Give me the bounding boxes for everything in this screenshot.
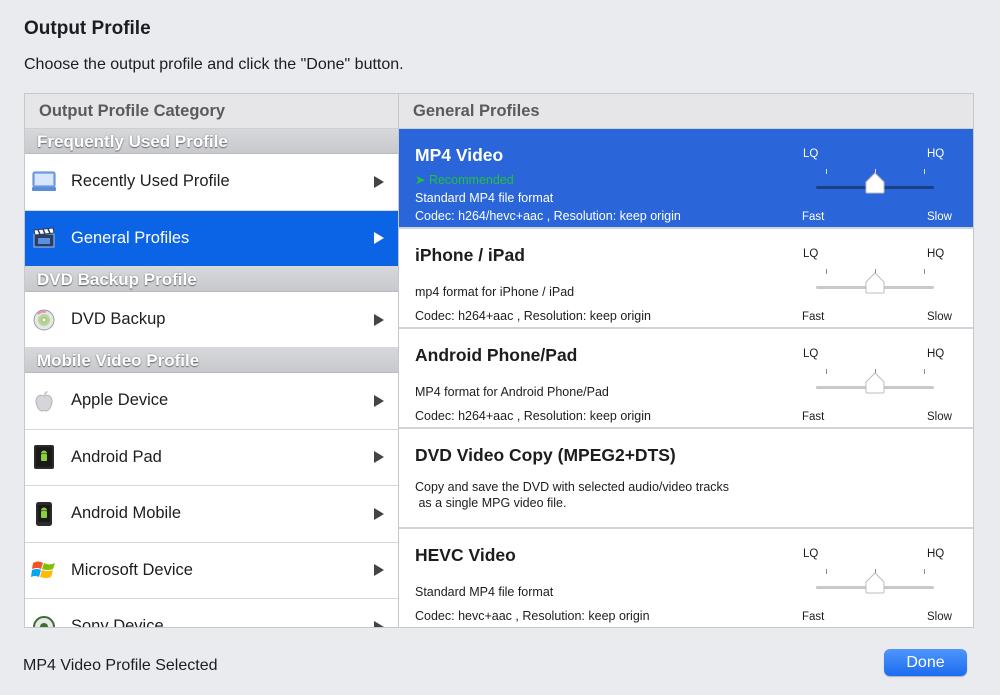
slider-tick: [826, 569, 827, 574]
chevron-right-icon: [374, 175, 384, 188]
instruction-text: Choose the output profile and click the …: [24, 56, 404, 73]
category-item-android-mobile[interactable]: Android Mobile: [25, 486, 398, 543]
slider-tick: [826, 269, 827, 274]
quality-slider-knob[interactable]: [864, 172, 886, 194]
quality-low-label: LQ: [803, 548, 819, 560]
group-header-dvd-backup: DVD Backup Profile: [25, 267, 398, 292]
category-panel: Output Profile Category Frequently Used …: [24, 93, 399, 628]
slider-tick: [826, 169, 827, 174]
quality-slider-knob[interactable]: [864, 572, 886, 594]
quality-high-label: HQ: [927, 148, 945, 160]
profiles-panel: General Profiles MP4 Video ➤ Recommended…: [398, 93, 974, 628]
window-title: Output Profile: [24, 18, 151, 39]
quality-slider-knob[interactable]: [864, 372, 886, 394]
profile-codec: Codec: hevc+aac , Resolution: keep origi…: [415, 609, 650, 623]
quality-low-label: LQ: [803, 248, 819, 260]
profile-item-dvd-video-copy[interactable]: DVD Video Copy (MPEG2+DTS) Copy and save…: [399, 429, 973, 529]
chevron-right-icon: [374, 232, 384, 245]
profile-item-iphone-ipad[interactable]: iPhone / iPad mp4 format for iPhone / iP…: [399, 229, 973, 329]
category-item-general-profiles[interactable]: General Profiles: [25, 210, 398, 267]
chevron-right-icon: [374, 564, 384, 577]
chevron-right-icon: [374, 507, 384, 520]
quality-low-label: LQ: [803, 348, 819, 360]
windows-logo-icon: [31, 557, 57, 583]
android-mobile-icon: [31, 501, 57, 527]
profile-name: DVD Video Copy (MPEG2+DTS): [415, 445, 676, 465]
dvd-disc-icon: [31, 307, 57, 333]
quality-high-label: HQ: [927, 248, 945, 260]
category-item-apple-device[interactable]: Apple Device: [25, 373, 398, 430]
profile-item-hevc-video[interactable]: HEVC Video Standard MP4 file format Code…: [399, 529, 973, 627]
profile-codec: Codec: h264+aac , Resolution: keep origi…: [415, 409, 651, 423]
speed-fast-label: Fast: [802, 411, 825, 423]
speed-slow-label: Slow: [927, 611, 952, 623]
profile-name: MP4 Video: [415, 145, 504, 165]
quality-high-label: HQ: [927, 348, 945, 360]
chevron-right-icon: [374, 313, 384, 326]
speed-slow-label: Slow: [927, 311, 952, 323]
sony-device-icon: [31, 614, 57, 627]
speed-slow-label: Slow: [927, 211, 952, 223]
profile-codec: Codec: h264+aac , Resolution: keep origi…: [415, 309, 651, 323]
recommended-label: ➤ Recommended: [415, 173, 514, 187]
category-item-recently-used[interactable]: Recently Used Profile: [25, 154, 398, 211]
quality-high-label: HQ: [927, 548, 945, 560]
category-label: DVD Backup: [71, 310, 166, 328]
speed-fast-label: Fast: [802, 311, 825, 323]
category-label: General Profiles: [71, 228, 190, 247]
apple-logo-icon: [31, 388, 57, 414]
category-label: Android Mobile: [71, 504, 182, 523]
speed-slow-label: Slow: [927, 411, 952, 423]
profile-item-mp4-video[interactable]: MP4 Video ➤ Recommended Standard MP4 fil…: [399, 129, 973, 229]
profile-item-android-phone-pad[interactable]: Android Phone/Pad MP4 format for Android…: [399, 329, 973, 429]
film-clapper-icon: [31, 225, 57, 251]
category-label: Apple Device: [71, 391, 169, 410]
category-label: Microsoft Device: [71, 560, 193, 579]
done-button[interactable]: Done: [884, 649, 967, 676]
slider-tick: [924, 369, 925, 374]
category-label: Recently Used Profile: [71, 172, 230, 191]
profile-name: Android Phone/Pad: [415, 345, 578, 365]
category-label: Android Pad: [71, 447, 162, 466]
quality-slider-knob[interactable]: [864, 272, 886, 294]
android-pad-icon: [31, 444, 57, 470]
slider-tick: [826, 369, 827, 374]
profile-name: iPhone / iPad: [415, 245, 525, 265]
category-item-dvd-backup[interactable]: DVD Backup: [25, 292, 398, 348]
slider-tick: [924, 569, 925, 574]
group-header-frequently-used: Frequently Used Profile: [25, 129, 398, 154]
profile-description: MP4 format for Android Phone/Pad: [415, 385, 609, 399]
quality-low-label: LQ: [803, 148, 819, 160]
speed-fast-label: Fast: [802, 211, 825, 223]
category-item-android-pad[interactable]: Android Pad: [25, 429, 398, 486]
profile-description: mp4 format for iPhone / iPad: [415, 285, 575, 299]
profile-description-line-2: as a single MPG video file.: [415, 496, 567, 510]
profile-description: Standard MP4 file format: [415, 585, 554, 599]
chevron-right-icon: [374, 394, 384, 407]
profile-codec: Codec: h264/hevc+aac , Resolution: keep …: [415, 209, 681, 223]
speed-fast-label: Fast: [802, 611, 825, 623]
chevron-right-icon: [374, 451, 384, 464]
recent-profile-icon: [31, 169, 57, 195]
profiles-panel-header: General Profiles: [399, 94, 973, 129]
group-header-mobile-video: Mobile Video Profile: [25, 348, 398, 373]
chevron-right-icon: [374, 620, 384, 627]
profile-description-line-1: Copy and save the DVD with selected audi…: [415, 480, 730, 494]
profile-description: Standard MP4 file format: [415, 191, 554, 205]
category-item-microsoft-device[interactable]: Microsoft Device: [25, 542, 398, 599]
category-item-sony-device[interactable]: Sony Device: [25, 599, 398, 628]
category-panel-header: Output Profile Category: [25, 94, 398, 129]
profile-name: HEVC Video: [415, 545, 516, 565]
category-label: Sony Device: [71, 617, 164, 628]
slider-tick: [924, 169, 925, 174]
slider-tick: [924, 269, 925, 274]
status-text: MP4 Video Profile Selected: [23, 657, 218, 674]
